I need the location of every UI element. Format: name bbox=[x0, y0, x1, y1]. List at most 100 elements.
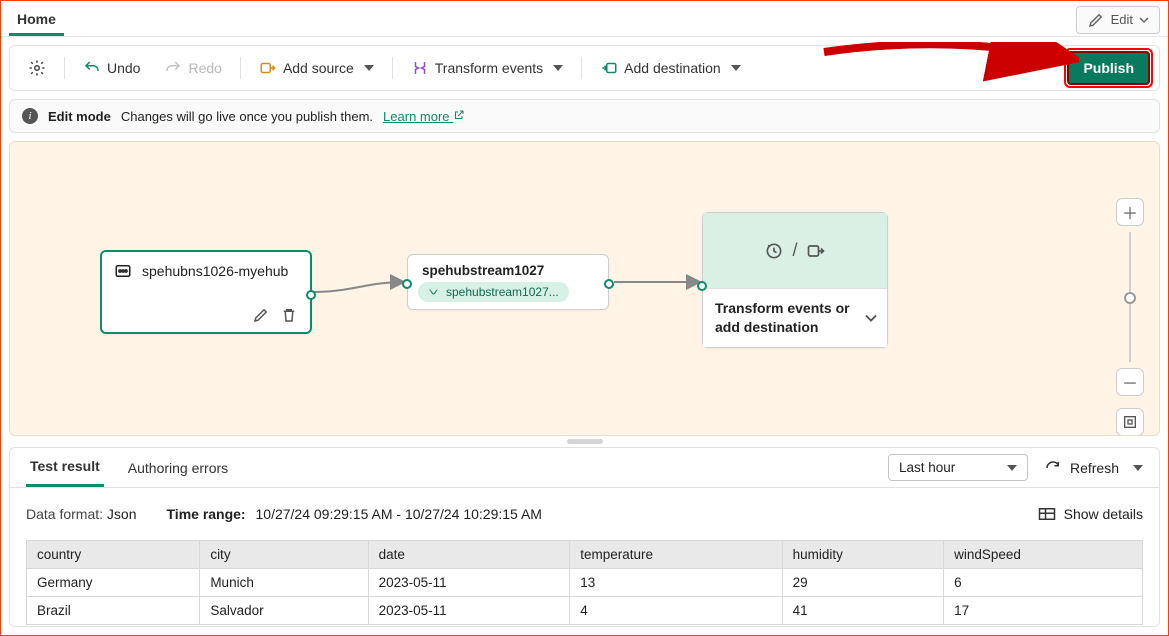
connector-output[interactable] bbox=[306, 290, 316, 300]
chevron-down-icon bbox=[364, 65, 374, 71]
add-destination-label: Add destination bbox=[624, 60, 721, 76]
column-header[interactable]: date bbox=[368, 541, 570, 569]
refresh-icon bbox=[1044, 459, 1062, 477]
results-panel: Test result Authoring errors Last hour R… bbox=[9, 447, 1160, 627]
table-cell: Brazil bbox=[27, 597, 200, 625]
chevron-down-icon bbox=[553, 65, 563, 71]
stream-node-title: spehubstream1027 bbox=[422, 263, 598, 278]
undo-icon bbox=[83, 59, 101, 77]
separator bbox=[240, 57, 241, 79]
zoom-slider-handle[interactable] bbox=[1124, 292, 1136, 304]
settings-button[interactable] bbox=[18, 53, 56, 83]
column-header[interactable]: humidity bbox=[782, 541, 943, 569]
info-icon: i bbox=[22, 108, 38, 124]
export-icon bbox=[806, 241, 826, 261]
chevron-down-icon bbox=[865, 309, 877, 328]
stream-node-pill: spehubstream1027... bbox=[418, 282, 569, 302]
trash-icon[interactable] bbox=[280, 306, 298, 324]
refresh-button[interactable]: Refresh bbox=[1038, 455, 1125, 481]
separator bbox=[64, 57, 65, 79]
chevron-down-icon[interactable] bbox=[1133, 465, 1143, 471]
zoom-controls: ＋ － bbox=[1115, 198, 1145, 436]
tab-home[interactable]: Home bbox=[9, 3, 64, 36]
connector-output[interactable] bbox=[604, 279, 614, 289]
table-cell: 2023-05-11 bbox=[368, 569, 570, 597]
show-details-label: Show details bbox=[1064, 506, 1143, 522]
table-cell: 17 bbox=[944, 597, 1143, 625]
column-header[interactable]: country bbox=[27, 541, 200, 569]
details-icon bbox=[1038, 507, 1056, 521]
column-header[interactable]: city bbox=[200, 541, 368, 569]
add-destination-button[interactable]: Add destination bbox=[590, 53, 751, 83]
table-row[interactable]: GermanyMunich2023-05-1113296 bbox=[27, 569, 1143, 597]
pencil-icon[interactable] bbox=[252, 306, 270, 324]
time-range-value: 10/27/24 09:29:15 AM - 10/27/24 10:29:15… bbox=[256, 506, 542, 522]
eventhub-icon bbox=[114, 262, 132, 280]
column-header[interactable]: windSpeed bbox=[944, 541, 1143, 569]
external-link-icon bbox=[453, 109, 465, 121]
table-cell: 41 bbox=[782, 597, 943, 625]
table-cell: Salvador bbox=[200, 597, 368, 625]
learn-more-link[interactable]: Learn more bbox=[383, 109, 465, 124]
stream-node[interactable]: spehubstream1027 spehubstream1027... bbox=[407, 254, 609, 310]
column-header[interactable]: temperature bbox=[570, 541, 782, 569]
redo-button[interactable]: Redo bbox=[154, 53, 231, 83]
add-source-button[interactable]: Add source bbox=[249, 53, 384, 83]
splitter-handle[interactable] bbox=[1, 436, 1168, 447]
table-cell: 13 bbox=[570, 569, 782, 597]
fit-icon bbox=[1122, 414, 1138, 430]
table-row[interactable]: BrazilSalvador2023-05-1144117 bbox=[27, 597, 1143, 625]
add-source-icon bbox=[259, 59, 277, 77]
publish-button[interactable]: Publish bbox=[1067, 51, 1150, 85]
canvas[interactable]: spehubns1026-myehub spehubstream1027 spe… bbox=[9, 141, 1160, 436]
zoom-slider-track[interactable] bbox=[1129, 232, 1131, 362]
add-source-label: Add source bbox=[283, 60, 354, 76]
stream-pill-label: spehubstream1027... bbox=[446, 285, 559, 299]
table-cell: 4 bbox=[570, 597, 782, 625]
transform-label: Transform events bbox=[435, 60, 543, 76]
chevron-down-icon bbox=[731, 65, 741, 71]
destination-node[interactable]: / Transform events or add destination bbox=[702, 212, 888, 348]
results-table: countrycitydatetemperaturehumiditywindSp… bbox=[26, 540, 1143, 625]
zoom-out-button[interactable]: － bbox=[1116, 368, 1144, 396]
source-node-label: spehubns1026-myehub bbox=[142, 263, 288, 279]
edit-mode-text: Changes will go live once you publish th… bbox=[121, 109, 373, 124]
refresh-label: Refresh bbox=[1070, 460, 1119, 476]
data-format-label: Data format: bbox=[26, 506, 103, 522]
slash: / bbox=[792, 240, 797, 261]
learn-more-label: Learn more bbox=[383, 109, 449, 124]
time-range-select-value: Last hour bbox=[899, 460, 955, 475]
destination-icon-area: / bbox=[703, 213, 887, 288]
edit-button[interactable]: Edit bbox=[1076, 6, 1160, 34]
stream-icon bbox=[428, 286, 440, 298]
table-cell: 6 bbox=[944, 569, 1143, 597]
chevron-down-icon bbox=[1007, 465, 1017, 471]
data-format-value: Json bbox=[107, 506, 137, 522]
transform-events-button[interactable]: Transform events bbox=[401, 53, 573, 83]
table-cell: 29 bbox=[782, 569, 943, 597]
redo-label: Redo bbox=[188, 60, 221, 76]
source-node[interactable]: spehubns1026-myehub bbox=[100, 250, 312, 334]
fit-to-screen-button[interactable] bbox=[1116, 408, 1144, 436]
time-range-select[interactable]: Last hour bbox=[888, 454, 1028, 481]
add-destination-icon bbox=[600, 59, 618, 77]
edge-stream-to-dest bbox=[614, 279, 706, 287]
separator bbox=[392, 57, 393, 79]
table-cell: Germany bbox=[27, 569, 200, 597]
table-cell: 2023-05-11 bbox=[368, 597, 570, 625]
undo-button[interactable]: Undo bbox=[73, 53, 150, 83]
undo-label: Undo bbox=[107, 60, 140, 76]
edit-mode-title: Edit mode bbox=[48, 109, 111, 124]
destination-label-area[interactable]: Transform events or add destination bbox=[703, 288, 887, 347]
pencil-icon bbox=[1087, 11, 1105, 29]
connector-input[interactable] bbox=[697, 281, 707, 291]
edit-mode-bar: i Edit mode Changes will go live once yo… bbox=[9, 99, 1160, 133]
tab-test-result[interactable]: Test result bbox=[26, 448, 104, 487]
zoom-in-button[interactable]: ＋ bbox=[1116, 198, 1144, 226]
redo-icon bbox=[164, 59, 182, 77]
time-range-label: Time range: bbox=[167, 506, 246, 522]
toolbar: Undo Redo Add source Transform events Ad… bbox=[9, 45, 1160, 91]
tab-authoring-errors[interactable]: Authoring errors bbox=[124, 450, 232, 486]
connector-input[interactable] bbox=[402, 279, 412, 289]
show-details-button[interactable]: Show details bbox=[1038, 506, 1143, 522]
